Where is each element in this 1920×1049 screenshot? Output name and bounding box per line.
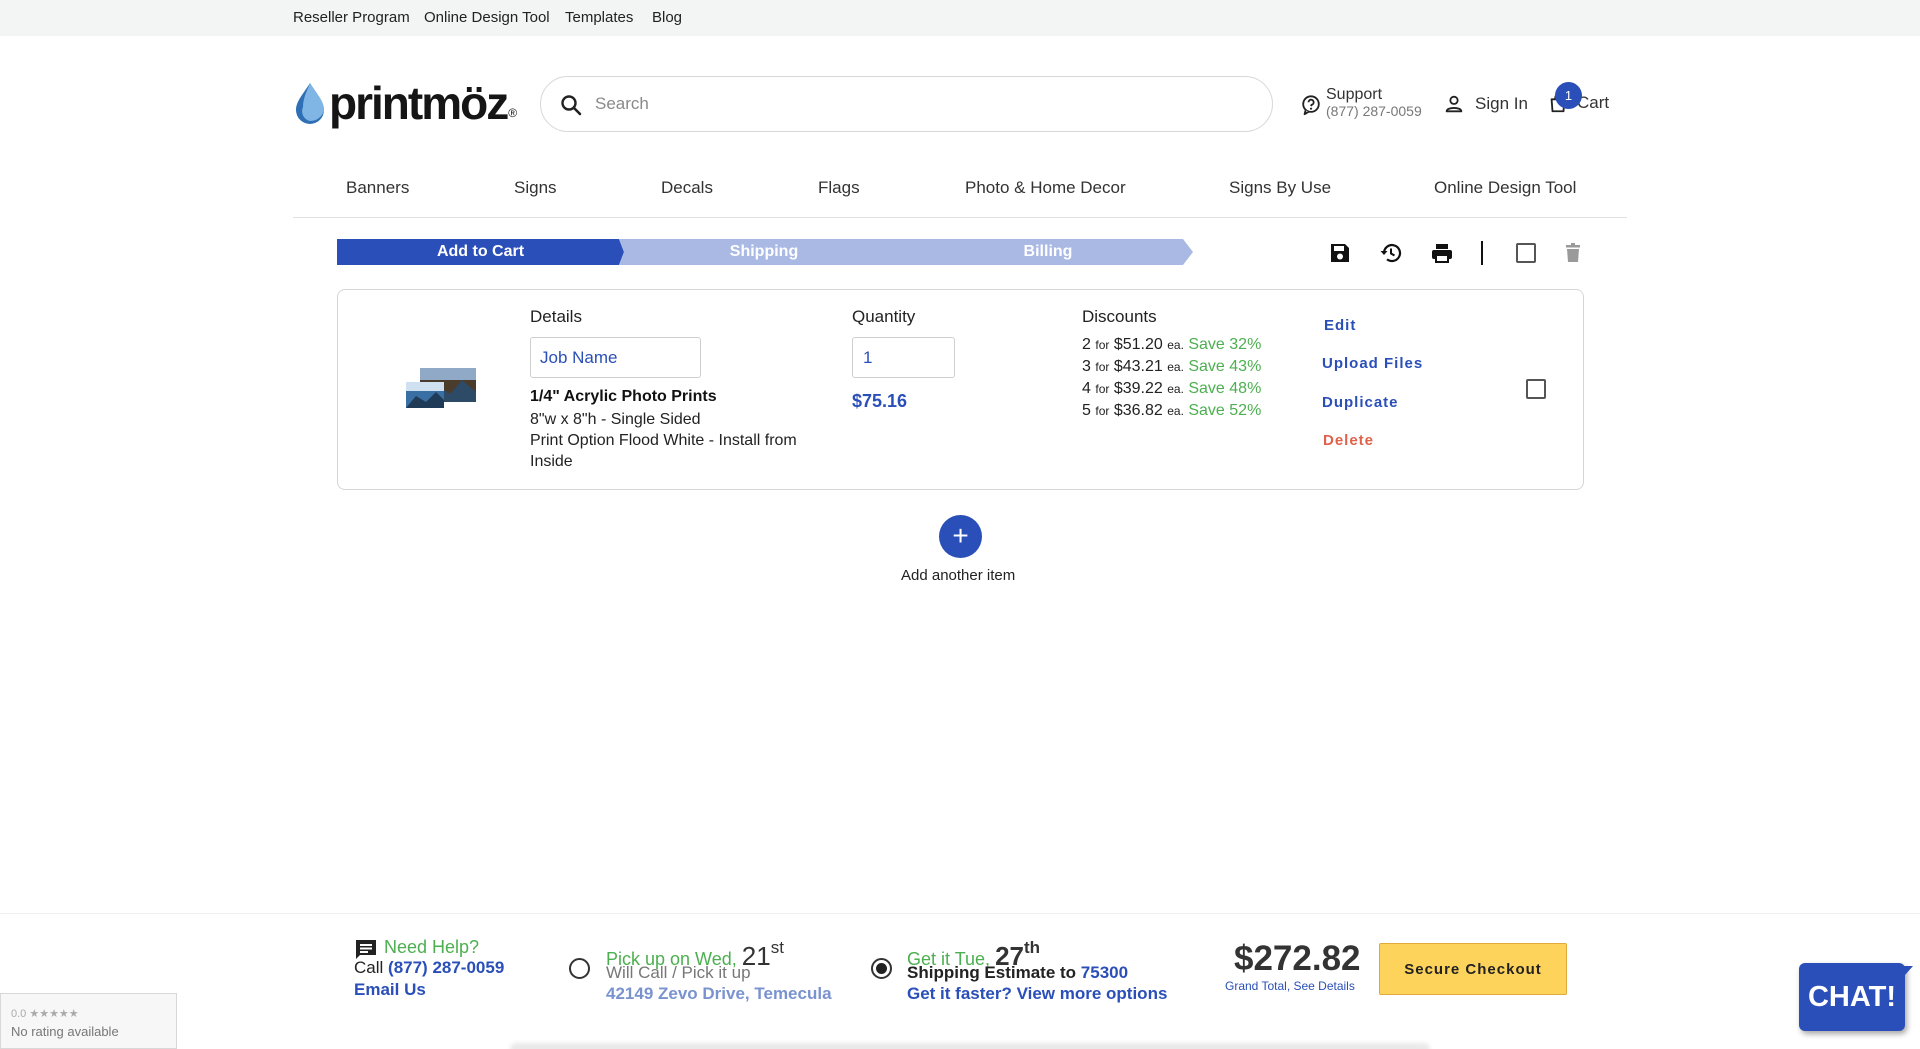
search-icon[interactable]: [559, 93, 583, 117]
rating-text: No rating available: [11, 1024, 119, 1039]
main-nav: Banners Signs Decals Flags Photo & Home …: [293, 170, 1627, 218]
edit-button[interactable]: Edit: [1324, 317, 1356, 334]
search-input[interactable]: [595, 87, 1255, 121]
grand-total-details-link[interactable]: Grand Total, See Details: [1225, 979, 1355, 993]
discount-tier: 5 for $36.82 ea. Save 52%: [1082, 402, 1262, 419]
view-more-options-link[interactable]: Get it faster? View more options: [907, 984, 1167, 1004]
shipping-radio[interactable]: [871, 958, 892, 979]
search-bar[interactable]: [540, 76, 1273, 132]
history-icon[interactable]: [1378, 240, 1404, 266]
logo-registered-mark: ®: [508, 106, 518, 120]
discount-tier: 3 for $43.21 ea. Save 43%: [1082, 358, 1262, 375]
printmoz-logo[interactable]: printmöz ®: [293, 77, 518, 129]
rating-stars: 0.0 ★★★★★: [11, 1008, 79, 1020]
select-all-checkbox[interactable]: [1516, 243, 1536, 263]
user-icon: [1445, 95, 1463, 113]
quantity-input[interactable]: [852, 337, 955, 378]
product-thumbnail: [406, 368, 476, 408]
step-billing[interactable]: Billing: [903, 239, 1193, 265]
sign-in-link[interactable]: Sign In: [1443, 93, 1528, 115]
details-heading: Details: [530, 307, 582, 326]
help-phone-link[interactable]: (877) 287-0059: [388, 958, 504, 977]
chat-button[interactable]: CHAT!: [1799, 963, 1905, 1031]
online-design-tool-link[interactable]: Online Design Tool: [424, 9, 550, 26]
reseller-program-link[interactable]: Reseller Program: [293, 9, 410, 26]
support-phone: (877) 287-0059: [1326, 103, 1422, 119]
blog-link[interactable]: Blog: [652, 9, 682, 26]
trash-icon[interactable]: [1560, 240, 1586, 266]
pickup-method: Will Call / Pick it up: [606, 963, 751, 982]
print-icon[interactable]: [1429, 240, 1455, 266]
nav-item-signs-by-use[interactable]: Signs By Use: [1229, 178, 1331, 198]
discounts-heading: Discounts: [1082, 307, 1157, 326]
chat-bubble-tail: [1897, 966, 1913, 984]
help-circle-icon: [1302, 95, 1320, 116]
cart-item-card: Details 1/4" Acrylic Photo Prints 8"w x …: [337, 289, 1584, 490]
nav-item-online-design-tool[interactable]: Online Design Tool: [1434, 178, 1576, 198]
utility-bar: Reseller Program Online Design Tool Temp…: [0, 0, 1920, 36]
product-option: Print Option Flood White - Install from …: [530, 432, 797, 470]
secure-checkout-button[interactable]: Secure Checkout: [1379, 943, 1567, 995]
shipping-zip-link[interactable]: 75300: [1081, 963, 1128, 982]
quantity-heading: Quantity: [852, 307, 916, 326]
delete-button[interactable]: Delete: [1323, 432, 1374, 449]
add-item-button[interactable]: +: [939, 515, 982, 558]
pickup-radio[interactable]: [569, 958, 590, 979]
support-link[interactable]: Support (877) 287-0059: [1300, 86, 1422, 120]
item-price: $75.16: [852, 391, 908, 411]
nav-item-flags[interactable]: Flags: [818, 178, 860, 198]
job-name-input[interactable]: [530, 337, 701, 378]
templates-link[interactable]: Templates: [565, 9, 633, 26]
cart-count-badge: 1: [1555, 82, 1582, 109]
checkout-steps: Add to Cart Shipping Billing: [337, 239, 1197, 265]
save-icon[interactable]: [1327, 240, 1353, 266]
item-select-checkbox[interactable]: [1526, 379, 1546, 399]
logo-wordmark: printmöz: [329, 77, 509, 129]
need-help-heading: Need Help?: [384, 937, 480, 957]
nav-item-signs[interactable]: Signs: [514, 178, 557, 198]
discount-tier: 2 for $51.20 ea. Save 32%: [1082, 336, 1262, 353]
product-name: 1/4" Acrylic Photo Prints: [530, 388, 717, 405]
nav-item-decals[interactable]: Decals: [661, 178, 713, 198]
discount-tier: 4 for $39.22 ea. Save 48%: [1082, 380, 1262, 397]
product-size: 8"w x 8"h - Single Sided: [530, 411, 701, 428]
step-add-to-cart[interactable]: Add to Cart: [337, 239, 624, 265]
rating-widget[interactable]: 0.0 ★★★★★ No rating available: [0, 993, 177, 1049]
nav-item-banners[interactable]: Banners: [346, 178, 409, 198]
cart-link[interactable]: 1 Cart: [1547, 82, 1609, 114]
upload-files-button[interactable]: Upload Files: [1322, 355, 1423, 372]
bottom-shadow: [510, 1043, 1430, 1049]
step-shipping[interactable]: Shipping: [619, 239, 909, 265]
add-item-label[interactable]: Add another item: [901, 567, 1015, 584]
toolbar-divider: [1481, 241, 1483, 265]
duplicate-button[interactable]: Duplicate: [1322, 394, 1399, 411]
nav-item-photo-home-decor[interactable]: Photo & Home Decor: [965, 178, 1126, 198]
shipping-estimate: Shipping Estimate to 75300: [907, 963, 1129, 982]
support-label: Support: [1326, 86, 1383, 103]
help-call-line: Call (877) 287-0059: [354, 958, 505, 977]
drop-logo-icon: [296, 83, 324, 124]
pickup-address[interactable]: 42149 Zevo Drive, Temecula: [606, 984, 832, 1004]
grand-total: $272.82: [1234, 939, 1361, 978]
sign-in-label: Sign In: [1475, 94, 1528, 113]
email-us-link[interactable]: Email Us: [354, 980, 426, 1000]
